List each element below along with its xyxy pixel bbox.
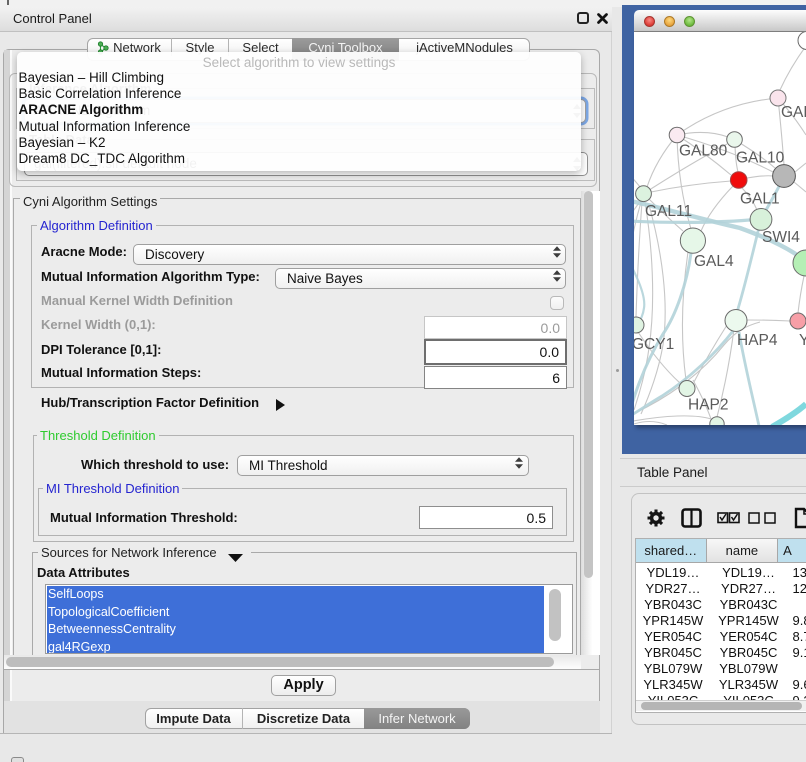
svg-text:GAL2: GAL2 <box>781 104 806 121</box>
svg-text:GAL80: GAL80 <box>679 143 728 160</box>
svg-text:GAL1: GAL1 <box>740 191 780 208</box>
svg-text:GCY1: GCY1 <box>634 336 674 353</box>
svg-text:HAP4: HAP4 <box>737 332 778 349</box>
svg-text:HAP2: HAP2 <box>688 397 729 414</box>
svg-text:GAL4: GAL4 <box>694 253 734 270</box>
svg-text:YD: YD <box>799 332 806 349</box>
svg-text:SWI4: SWI4 <box>762 229 800 246</box>
svg-text:GAL10: GAL10 <box>736 150 785 167</box>
svg-text:GAL11: GAL11 <box>645 203 692 220</box>
